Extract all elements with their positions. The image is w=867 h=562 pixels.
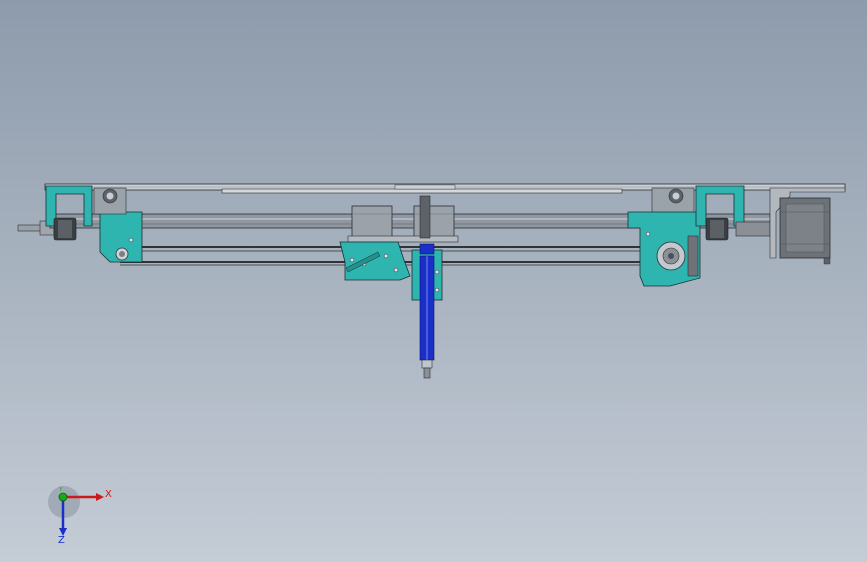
- y-axis-dot-icon: [58, 492, 68, 502]
- x-arrowhead-icon: [96, 493, 104, 501]
- stepper-motor: [769, 187, 846, 265]
- z-axis-label: Z: [58, 535, 65, 546]
- right-bracket: [627, 185, 771, 287]
- x-axis-label: X: [105, 489, 112, 500]
- orientation-triad[interactable]: X Y Z: [48, 486, 112, 546]
- y-axis-label: Y: [58, 486, 63, 493]
- assembly-drawing[interactable]: X Y Z: [0, 0, 867, 562]
- cad-viewport[interactable]: X Y Z: [0, 0, 867, 562]
